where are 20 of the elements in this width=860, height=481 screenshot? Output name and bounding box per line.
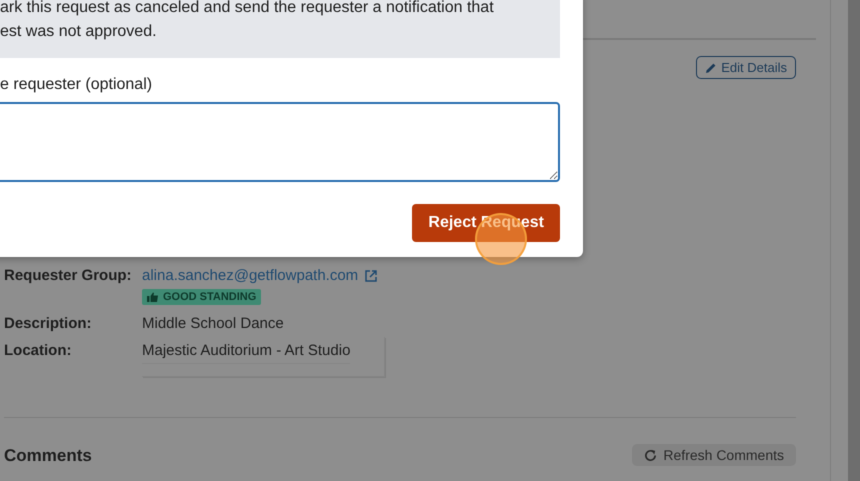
section-title: Comments <box>4 446 92 466</box>
scrollbar[interactable] <box>848 0 860 481</box>
field-label: e requester (optional) <box>0 76 152 94</box>
edit-details-button[interactable]: Edit Details <box>696 56 796 79</box>
refresh-icon <box>644 448 658 462</box>
message-field[interactable] <box>0 102 560 182</box>
status-badge: GOOD STANDING <box>142 289 262 305</box>
thumbs-up-icon <box>147 292 159 302</box>
notice-text: ark this request as canceled and send the requester a notification that <box>0 0 494 18</box>
refresh-comments-button[interactable]: Refresh Comments <box>632 444 796 466</box>
location-value-box: Majestic Auditorium - Art Studio <box>142 337 385 377</box>
reject-request-button[interactable]: Reject Request <box>412 204 560 242</box>
field-label: Description: <box>4 315 93 332</box>
notice-text: est was not approved. <box>0 22 157 42</box>
field-label: Requester Group: <box>4 267 133 286</box>
email-link[interactable]: alina.sanchez@getflowpath.com <box>142 267 358 284</box>
pencil-icon <box>705 62 718 74</box>
field-label: Location: <box>4 342 72 361</box>
external-link-icon[interactable] <box>364 268 378 282</box>
field-value: Middle School Dance <box>142 315 284 332</box>
